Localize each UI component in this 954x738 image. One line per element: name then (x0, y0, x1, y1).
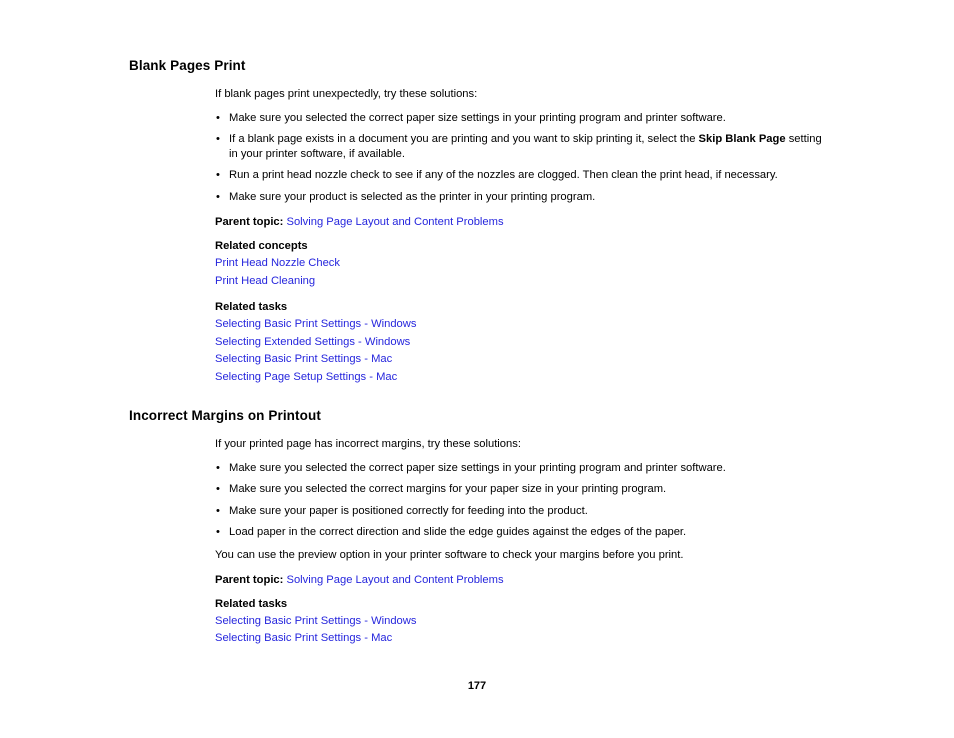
related-link[interactable]: Selecting Basic Print Settings - Windows (215, 316, 829, 334)
parent-topic-link[interactable]: Solving Page Layout and Content Problems (287, 216, 504, 228)
related-link[interactable]: Selecting Basic Print Settings - Mac (215, 351, 829, 369)
related-tasks-heading: Related tasks (215, 301, 288, 314)
related-link[interactable]: Print Head Nozzle Check (215, 255, 829, 273)
list-item-text-pre: Make sure you selected the correct margi… (229, 483, 667, 496)
list-item: • If a blank page exists in a document y… (215, 132, 829, 161)
page-content: Blank Pages Print If blank pages print u… (129, 58, 829, 648)
list-item-text-pre: Make sure your product is selected as th… (229, 190, 596, 203)
section-note: You can use the preview option in your p… (215, 548, 684, 561)
bullet-icon: • (216, 133, 220, 146)
bullet-icon: • (216, 190, 220, 203)
parent-topic-link[interactable]: Solving Page Layout and Content Problems (287, 574, 504, 586)
related-concepts-heading: Related concepts (215, 240, 308, 253)
list-item-text-pre: Make sure your paper is positioned corre… (229, 504, 588, 517)
parent-topic-label: Parent topic: (215, 216, 284, 229)
parent-topic-row: Parent topic: Solving Page Layout and Co… (215, 215, 829, 229)
bullet-icon: • (216, 504, 220, 517)
section-heading: Blank Pages Print (129, 58, 246, 73)
related-link[interactable]: Selecting Extended Settings - Windows (215, 334, 829, 352)
bullet-icon: • (216, 483, 220, 496)
list-item-text-pre: If a blank page exists in a document you… (229, 133, 699, 146)
parent-topic-row: Parent topic: Solving Page Layout and Co… (215, 573, 829, 587)
related-tasks-links: Selecting Basic Print Settings - Windows… (215, 613, 829, 648)
bullet-icon: • (216, 112, 220, 124)
related-tasks-links: Selecting Basic Print Settings - Windows… (215, 316, 829, 386)
section-intro: If your printed page has incorrect margi… (215, 438, 521, 451)
section-body: If your printed page has incorrect margi… (215, 423, 829, 648)
bullet-icon: • (216, 169, 220, 182)
related-concepts-links: Print Head Nozzle Check Print Head Clean… (215, 255, 829, 290)
solutions-list: • Make sure you selected the correct pap… (215, 461, 829, 540)
parent-topic-label: Parent topic: (215, 573, 284, 586)
related-link[interactable]: Print Head Cleaning (215, 273, 829, 291)
list-item-text-bold: Skip Blank Page (698, 133, 786, 146)
document-page: Blank Pages Print If blank pages print u… (0, 0, 954, 738)
section-heading: Incorrect Margins on Printout (129, 408, 321, 424)
solutions-list: • Make sure you selected the correct pap… (215, 111, 829, 204)
list-item: • Make sure you selected the correct pap… (215, 461, 829, 475)
list-item-text-pre: Load paper in the correct direction and … (229, 526, 687, 539)
list-item-text-pre: Make sure you selected the correct paper… (229, 112, 726, 124)
page-number: 177 (467, 680, 487, 692)
list-item: • Make sure your product is selected as … (215, 190, 829, 204)
section-body: If blank pages print unexpectedly, try t… (215, 73, 829, 386)
list-item: • Make sure your paper is positioned cor… (215, 504, 829, 518)
section-blank-pages-print: Blank Pages Print If blank pages print u… (129, 58, 829, 386)
section-intro: If blank pages print unexpectedly, try t… (215, 88, 478, 100)
list-item: • Load paper in the correct direction an… (215, 525, 829, 539)
bullet-icon: • (216, 462, 220, 475)
related-link[interactable]: Selecting Basic Print Settings - Mac (215, 630, 829, 648)
related-tasks-heading: Related tasks (215, 597, 288, 610)
list-item: • Run a print head nozzle check to see i… (215, 168, 829, 182)
related-link[interactable]: Selecting Basic Print Settings - Windows (215, 613, 829, 631)
list-item-text-pre: Run a print head nozzle check to see if … (229, 169, 778, 182)
list-item-text-pre: Make sure you selected the correct paper… (229, 462, 726, 475)
related-link[interactable]: Selecting Page Setup Settings - Mac (215, 369, 829, 387)
list-item: • Make sure you selected the correct mar… (215, 482, 829, 496)
list-item: • Make sure you selected the correct pap… (215, 111, 829, 125)
bullet-icon: • (216, 526, 220, 539)
section-incorrect-margins-on-printout: Incorrect Margins on Printout If your pr… (129, 408, 829, 648)
